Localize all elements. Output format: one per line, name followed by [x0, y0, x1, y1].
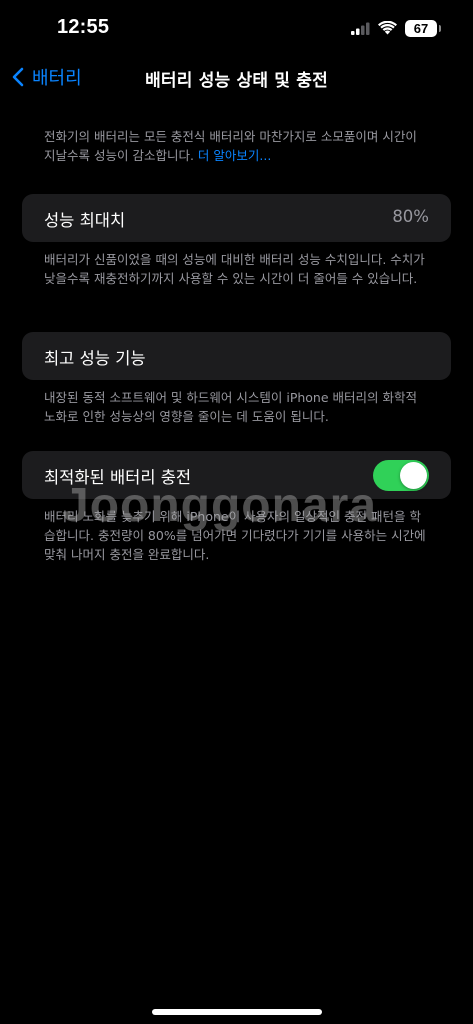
optimized-charging-row: 최적화된 배터리 충전	[22, 451, 451, 499]
battery-icon: 67	[405, 19, 441, 37]
cellular-signal-icon	[351, 22, 370, 35]
maximum-capacity-label: 성능 최대치	[44, 211, 126, 230]
optimized-charging-description: 배터리 노화를 늦추기 위해 iPhone이 사용자의 일상적인 충전 패턴을 …	[44, 509, 426, 562]
navigation-bar: 배터리 배터리 성능 상태 및 충전	[0, 56, 473, 100]
learn-more-link[interactable]: 더 알아보기...	[198, 148, 271, 163]
page-title: 배터리 성능 상태 및 충전	[145, 71, 328, 91]
peak-performance-row: 최고 성능 기능	[22, 332, 451, 380]
maximum-capacity-row: 성능 최대치 80%	[22, 194, 451, 242]
maximum-capacity-description: 배터리가 신품이었을 때의 성능에 대비한 배터리 성능 수치입니다. 수치가 …	[44, 252, 425, 286]
optimized-charging-label: 최적화된 배터리 충전	[44, 468, 192, 487]
toggle-knob	[400, 462, 427, 489]
peak-performance-description: 내장된 동적 소프트웨어 및 하드웨어 시스템이 iPhone 배터리의 화학적…	[44, 390, 417, 424]
home-indicator[interactable]	[152, 1009, 322, 1015]
intro-description: 전화기의 배터리는 모든 충전식 배터리와 마찬가지로 소모품이며 시간이 지날…	[44, 127, 429, 165]
peak-performance-label: 최고 성능 기능	[44, 349, 146, 368]
wifi-icon	[378, 21, 397, 35]
maximum-capacity-value: 80%	[392, 207, 429, 226]
status-icons: 67	[351, 18, 441, 38]
optimized-charging-toggle[interactable]	[373, 460, 429, 491]
status-time: 12:55	[57, 16, 110, 38]
status-bar: 12:55 67	[0, 0, 473, 56]
